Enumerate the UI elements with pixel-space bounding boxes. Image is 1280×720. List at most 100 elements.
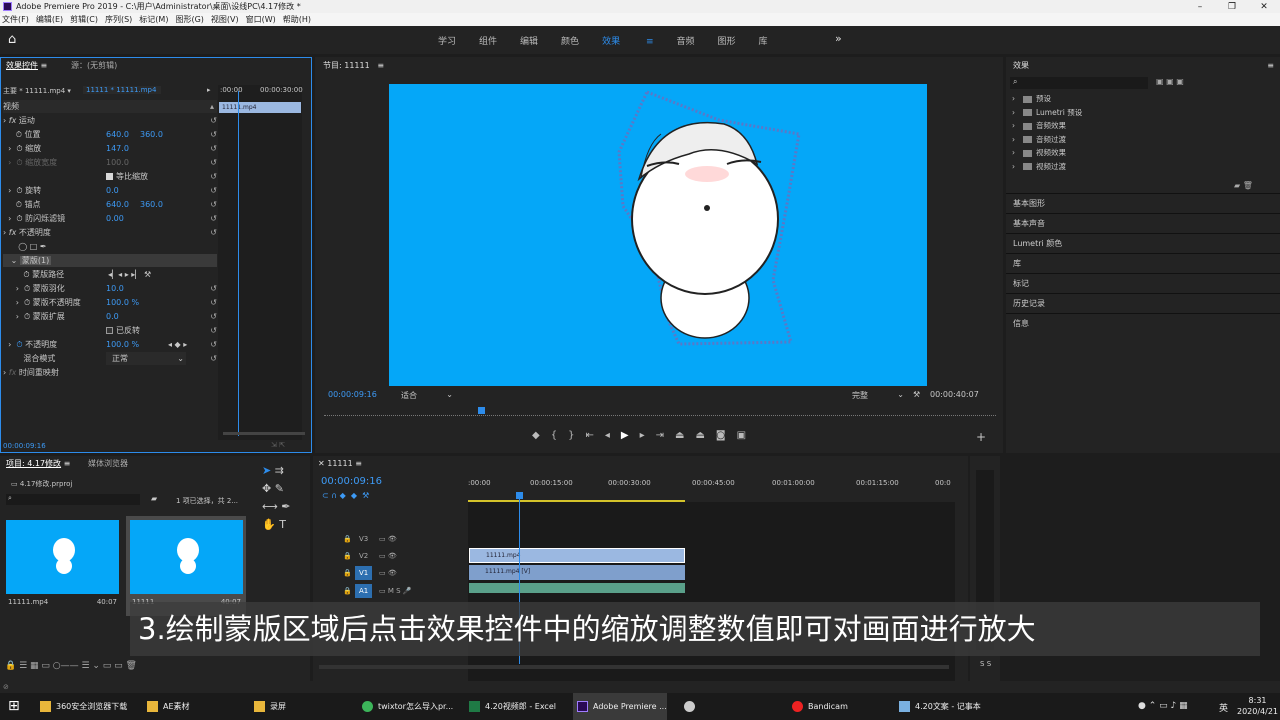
track-a1[interactable]: 🔒 A1 ▭ M S 🎤 (313, 584, 468, 598)
new-bin-button[interactable]: ▰ (151, 494, 157, 503)
task-unknown[interactable] (680, 693, 700, 720)
timeline-tools[interactable]: ⊂ ∩ ◆ ◆ ⚒ (322, 491, 369, 500)
effects-menu[interactable]: ≡ (1267, 60, 1274, 72)
effect-controls-tab[interactable]: 效果控件 ≡ (6, 60, 47, 72)
project-tab[interactable]: 项目: 4.17修改 ≡ (6, 458, 70, 470)
opacity-row[interactable]: › ⏱ 不透明度 100.0 % ◂ ◆ ▸ ↺ (3, 338, 217, 351)
scale-value[interactable]: 147.0 (106, 142, 129, 155)
clip-v1[interactable]: 11111.mp4 [V] (469, 565, 685, 580)
reset-icon[interactable]: ↺ (210, 114, 217, 127)
rect-mask-icon[interactable]: □ (30, 242, 38, 251)
uniform-scale-row[interactable]: 等比缩放 ↺ (3, 170, 217, 183)
tab-editing[interactable]: 编辑 (520, 34, 538, 47)
timeline-scrollbar[interactable] (319, 665, 949, 669)
more-workspaces-button[interactable]: » (835, 32, 842, 45)
effects-title[interactable]: 效果 (1013, 60, 1029, 72)
menu-marker[interactable]: 标记(M) (137, 13, 173, 26)
mask-outline[interactable] (389, 84, 927, 386)
mask-feather-row[interactable]: › ⏱ 蒙版羽化 10.0 ↺ (3, 282, 217, 295)
tray-icons[interactable]: ● ⌃ ▭ ♪ ▦ (1138, 701, 1188, 711)
uniform-scale-checkbox[interactable] (106, 173, 113, 180)
inverted-row[interactable]: 已反转 ↺ (3, 324, 217, 337)
meter-solo-labels[interactable]: S S (980, 660, 991, 668)
home-icon[interactable]: ⌂ (8, 33, 16, 47)
menu-sequence[interactable]: 序列(S) (103, 13, 137, 26)
task-chrome[interactable]: twixtor怎么导入pr... (358, 693, 453, 720)
step-back-icon[interactable]: ◂ (605, 430, 621, 441)
folder-audio-effects[interactable]: › 音频效果 (1012, 119, 1082, 133)
section-history[interactable]: 历史记录 (1006, 293, 1280, 313)
ec-zoom-scrollbar[interactable] (223, 432, 305, 435)
menu-file[interactable]: 文件(F) (0, 13, 34, 26)
inverted-checkbox[interactable] (106, 327, 113, 334)
timeline-ruler[interactable]: :00:00 00:00:15:00 00:00:30:00 00:00:45:00 0… (468, 479, 955, 499)
tab-assembly[interactable]: 组件 (479, 34, 497, 47)
menu-edit[interactable]: 编辑(E) (34, 13, 68, 26)
selection-tool-icon[interactable]: ➤ (262, 464, 271, 477)
program-playhead[interactable] (478, 407, 485, 414)
master-clip-label[interactable]: 主要 * 11111.mp4 ▾ (3, 86, 71, 96)
tab-graphics[interactable]: 图形 (718, 34, 736, 47)
close-button[interactable]: ✕ (1248, 1, 1280, 13)
program-title[interactable]: 节目: 11111 ≡ (323, 60, 384, 72)
thumb-sequence[interactable] (130, 520, 243, 594)
thumb-clip[interactable] (6, 520, 119, 594)
ime-indicator[interactable]: 英 (1219, 701, 1228, 714)
tab-libraries[interactable]: 库 (759, 34, 768, 47)
folder-video-effects[interactable]: › 视频效果 (1012, 146, 1082, 160)
new-bin-icon[interactable]: ▰ 🗑 (1234, 181, 1253, 190)
add-button[interactable]: + (976, 430, 986, 444)
ec-clip-bar[interactable]: 11111.mp4 (219, 102, 301, 113)
play-icon[interactable]: ▶ (621, 430, 640, 441)
out-icon[interactable]: } (568, 430, 585, 441)
task-browser-download[interactable]: 360安全浏览器下载 (36, 693, 127, 720)
task-premiere[interactable]: Adobe Premiere ... (573, 693, 667, 720)
section-libraries[interactable]: 库 (1006, 253, 1280, 273)
track-v3[interactable]: 🔒 V3 ▭ 👁 (313, 532, 468, 546)
ellipse-mask-icon[interactable]: ◯ (18, 242, 27, 251)
effects-filter-icons[interactable]: ▣ ▣ ▣ (1156, 77, 1184, 86)
mask-opacity-row[interactable]: › ⏱ 蒙版不透明度 100.0 % ↺ (3, 296, 217, 309)
mask-path-row[interactable]: ⏱ 蒙版路径 ◂▏◂ ▸ ▸▏ ⚒ (3, 268, 217, 281)
tab-effects[interactable]: 效果 ≡ (602, 34, 653, 47)
folder-audio-transitions[interactable]: › 音频过渡 (1012, 133, 1082, 147)
mask-row[interactable]: ⌄ 蒙版(1) (3, 254, 217, 267)
time-remap-row[interactable]: › fx 时间重映射 (3, 366, 217, 379)
video-frame[interactable] (389, 84, 927, 386)
ec-playhead[interactable] (238, 91, 239, 436)
in-icon[interactable]: { (551, 430, 568, 441)
start-button[interactable]: ⊞ (8, 698, 20, 714)
fit-select[interactable]: 适合 ⌄ (401, 390, 453, 401)
slip-icon[interactable]: ⟷ (262, 500, 278, 513)
sequence-tab[interactable]: ✕ 11111 ≡ (318, 458, 362, 470)
marker-icon[interactable]: ◆ (532, 430, 551, 441)
tab-audio[interactable]: 音频 (676, 34, 694, 47)
rotation-row[interactable]: › ⏱ 旋转 0.0 ↺ (3, 184, 217, 197)
ripple-edit-icon[interactable]: ✥ (262, 482, 271, 495)
effects-search-input[interactable]: ⌕ (1010, 77, 1148, 89)
track-v1[interactable]: 🔒 V1 ▭ 👁 (313, 566, 468, 580)
minimize-button[interactable]: – (1184, 1, 1216, 13)
blend-mode-row[interactable]: 混合模式 正常 ⌄ ↺ (3, 352, 217, 365)
timeline-playhead-handle[interactable] (516, 492, 523, 499)
quality-select[interactable]: 完整 ⌄ (852, 390, 904, 401)
tab-color[interactable]: 颜色 (561, 34, 579, 47)
sequence-clip-select[interactable]: 11111 * 11111.mp4 (83, 86, 161, 94)
folder-video-transitions[interactable]: › 视频过渡 (1012, 160, 1082, 174)
program-scrub-bar[interactable] (324, 409, 996, 416)
mask-expand-row[interactable]: › ⏱ 蒙版扩展 0.0 ↺ (3, 310, 217, 323)
menu-clip[interactable]: 剪辑(C) (68, 13, 103, 26)
section-info[interactable]: 信息 (1006, 313, 1280, 333)
menu-view[interactable]: 视图(V) (209, 13, 244, 26)
flicker-row[interactable]: › ⏱ 防闪烁滤镜 0.00 ↺ (3, 212, 217, 225)
tab-learn[interactable]: 学习 (438, 34, 456, 47)
ec-timecode[interactable]: 00:00:09:16 (3, 442, 46, 450)
task-excel[interactable]: 4.20视频郎 - Excel (465, 693, 556, 720)
track-v2[interactable]: 🔒 V2 ▭ 👁 (313, 549, 468, 563)
go-out-icon[interactable]: ⇥ (656, 430, 675, 441)
task-notepad[interactable]: 4.20文案 - 记事本 (895, 693, 981, 720)
step-forward-icon[interactable]: ▸ (640, 430, 656, 441)
razor-icon[interactable]: ✎ (275, 482, 284, 495)
menu-window[interactable]: 窗口(W) (244, 13, 281, 26)
blend-mode-select[interactable]: 正常 ⌄ (106, 352, 186, 365)
